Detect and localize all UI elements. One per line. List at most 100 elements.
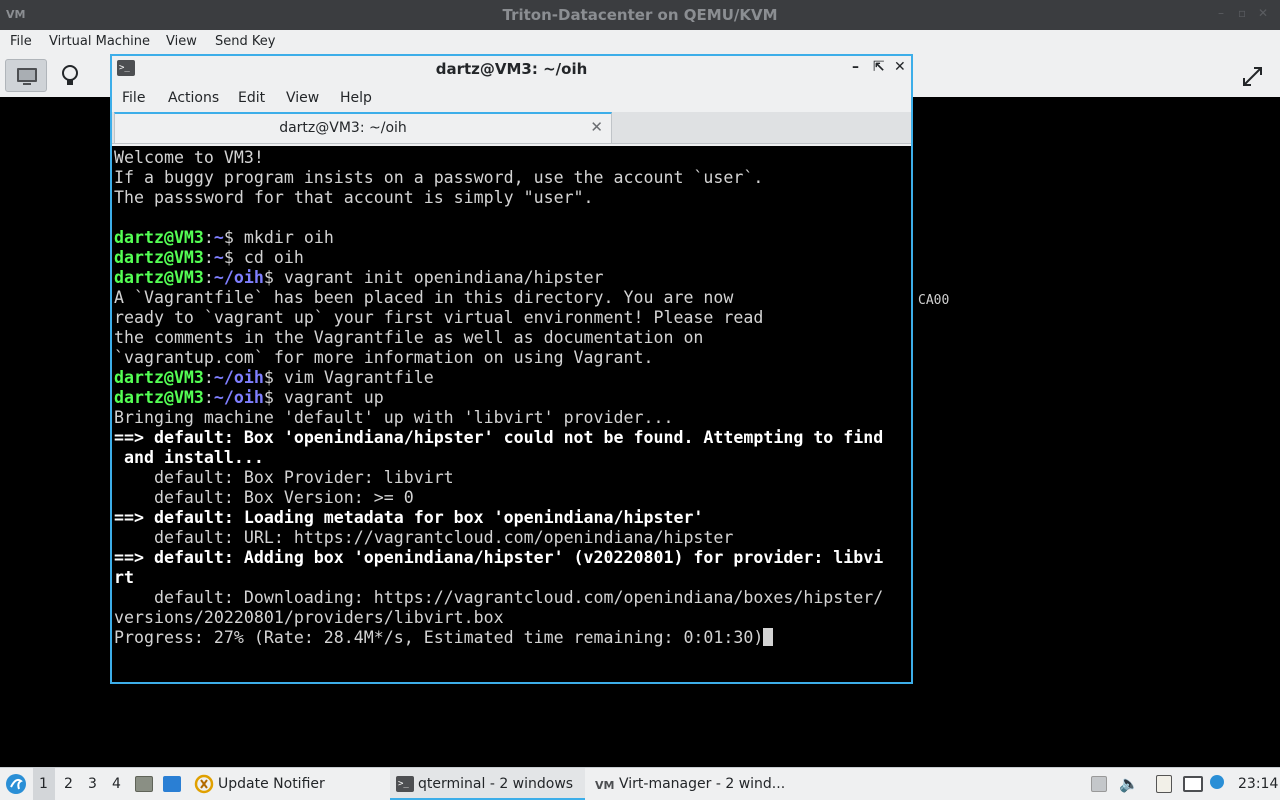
terminal-tab[interactable]: dartz@VM3: ~/oih ✕ <box>114 112 612 143</box>
prompt-user: dartz@VM3 <box>114 248 204 267</box>
menu-file[interactable]: File <box>10 34 32 49</box>
prompt-separator: : <box>203 228 214 247</box>
console-view-button[interactable] <box>5 59 47 92</box>
terminal-titlebar[interactable]: >_ dartz@VM3: ~/oih – ⇱ ✕ <box>112 56 911 82</box>
fullscreen-button[interactable] <box>1232 59 1274 92</box>
prompt-command: $ vim Vagrantfile <box>263 368 434 387</box>
svg-text:VM: VM <box>595 779 614 792</box>
update-notifier-icon <box>194 774 214 794</box>
menu-send-key[interactable]: Send Key <box>215 34 275 49</box>
terminal-menu-actions[interactable]: Actions <box>168 90 219 106</box>
terminal-title: dartz@VM3: ~/oih <box>435 60 588 78</box>
lightbulb-icon <box>62 65 78 85</box>
terminal-line: Welcome to VM3! <box>114 148 264 167</box>
prompt-path: ~/oih <box>213 368 264 387</box>
task-qterminal-label: qterminal - 2 windows <box>418 776 574 792</box>
monitor-icon <box>17 68 37 85</box>
prompt-command: $ vagrant up <box>263 388 384 407</box>
terminal-tabbar: dartz@VM3: ~/oih ✕ <box>112 112 911 144</box>
vm-viewer-menubar: File Virtual Machine View Send Key <box>0 30 1280 54</box>
prompt-path: ~/oih <box>213 388 264 407</box>
terminal-line: and install... <box>114 448 264 467</box>
fullscreen-icon <box>1243 67 1262 86</box>
vm-viewer-titlebar[interactable]: VM Triton-Datacenter on QEMU/KVM – ▫ ✕ <box>0 0 1280 30</box>
workspace-3[interactable]: 3 <box>88 776 97 792</box>
workspace-1[interactable]: 1 <box>33 768 55 800</box>
prompt-path: ~ <box>213 228 224 247</box>
prompt-separator: : <box>203 388 214 407</box>
terminal-menu-edit[interactable]: Edit <box>238 90 265 106</box>
close-icon[interactable]: ✕ <box>894 59 906 75</box>
terminal-line: ==> default: Box 'openindiana/hipster' c… <box>114 428 884 447</box>
prompt-user: dartz@VM3 <box>114 268 204 287</box>
terminal-line: Bringing machine 'default' up with 'libv… <box>114 408 674 427</box>
minimize-icon[interactable]: – <box>1218 6 1224 20</box>
notification-icon[interactable] <box>1210 775 1224 789</box>
terminal-line: A `Vagrantfile` has been placed in this … <box>114 288 734 307</box>
terminal-menubar: File Actions Edit View Help <box>112 84 911 112</box>
terminal-menu-view[interactable]: View <box>286 90 319 106</box>
terminal-line: default: Box Version: >= 0 <box>114 488 414 507</box>
terminal-window[interactable]: >_ dartz@VM3: ~/oih – ⇱ ✕ File Actions E… <box>110 54 913 684</box>
close-icon[interactable]: ✕ <box>1258 6 1268 20</box>
prompt-command: $ mkdir oih <box>223 228 334 247</box>
vm-viewer-title: Triton-Datacenter on QEMU/KVM <box>502 6 778 24</box>
terminal-line: dartz@VM3:~/oih$ vagrant init openindian… <box>114 268 909 288</box>
terminal-line: dartz@VM3:~$ mkdir oih <box>114 228 909 248</box>
terminal-line: versions/20220801/providers/libvirt.box <box>114 608 504 627</box>
prompt-separator: : <box>203 268 214 287</box>
terminal-line: dartz@VM3:~$ cd oih <box>114 248 909 268</box>
terminal-tab-label: dartz@VM3: ~/oih <box>279 120 407 136</box>
workspace-2[interactable]: 2 <box>64 776 73 792</box>
terminal-cursor <box>763 628 774 646</box>
tab-close-icon[interactable]: ✕ <box>590 118 603 136</box>
terminal-line: ==> default: Adding box 'openindiana/hip… <box>114 548 884 567</box>
terminal-menu-file[interactable]: File <box>122 90 145 106</box>
tray-menu-icon[interactable] <box>1091 776 1107 792</box>
terminal-content[interactable]: Welcome to VM3! If a buggy program insist… <box>112 146 911 682</box>
maximize-icon[interactable]: ▫ <box>1238 6 1246 20</box>
clipboard-icon[interactable] <box>1156 775 1172 793</box>
virt-manager-icon: VM <box>595 779 614 792</box>
terminal-line: the comments in the Vagrantfile as well … <box>114 328 704 347</box>
workspace-1-label: 1 <box>39 776 48 792</box>
maximize-icon[interactable]: ⇱ <box>873 59 885 75</box>
task-update-notifier[interactable]: Update Notifier <box>218 776 325 792</box>
clock: 23:14 <box>1238 776 1279 792</box>
terminal-line: default: Downloading: https://vagrantclo… <box>114 588 884 607</box>
show-desktop-icon[interactable] <box>163 776 181 792</box>
workspace-4[interactable]: 4 <box>112 776 121 792</box>
vm-background-text: CA00 <box>918 293 950 308</box>
terminal-line: ==> default: Loading metadata for box 'o… <box>114 508 704 527</box>
details-view-button[interactable] <box>49 59 91 92</box>
prompt-user: dartz@VM3 <box>114 368 204 387</box>
terminal-line: The passsword for that account is simply… <box>114 188 594 207</box>
terminal-menu-help[interactable]: Help <box>340 90 372 106</box>
minimize-icon[interactable]: – <box>852 59 859 75</box>
taskbar: 1 2 3 4 Update Notifier >_ qterminal - 2… <box>0 767 1280 800</box>
network-icon[interactable] <box>1183 776 1203 792</box>
task-virt-manager[interactable]: VM Virt-manager - 2 wind... <box>590 768 790 800</box>
terminal-line: `vagrantup.com` for more information on … <box>114 348 654 367</box>
volume-icon[interactable]: 🔈 <box>1119 774 1139 793</box>
menu-view[interactable]: View <box>166 34 197 49</box>
terminal-line: default: Box Provider: libvirt <box>114 468 454 487</box>
terminal-line: dartz@VM3:~/oih$ vagrant up <box>114 388 909 408</box>
prompt-path: ~/oih <box>213 268 264 287</box>
task-qterminal[interactable]: >_ qterminal - 2 windows <box>390 768 585 800</box>
start-menu-icon[interactable] <box>5 773 27 795</box>
prompt-path: ~ <box>213 248 224 267</box>
task-virt-manager-label: Virt-manager - 2 wind... <box>619 776 786 792</box>
terminal-line: dartz@VM3:~/oih$ vim Vagrantfile <box>114 368 909 388</box>
prompt-user: dartz@VM3 <box>114 388 204 407</box>
prompt-command: $ vagrant init openindiana/hipster <box>263 268 604 287</box>
prompt-user: dartz@VM3 <box>114 228 204 247</box>
file-manager-icon[interactable] <box>135 776 153 792</box>
terminal-line: If a buggy program insists on a password… <box>114 168 764 187</box>
terminal-line: ready to `vagrant up` your first virtual… <box>114 308 764 327</box>
terminal-line: rt <box>114 568 134 587</box>
terminal-line: default: URL: https://vagrantcloud.com/o… <box>114 528 734 547</box>
prompt-separator: : <box>203 368 214 387</box>
menu-virtual-machine[interactable]: Virtual Machine <box>49 34 150 49</box>
